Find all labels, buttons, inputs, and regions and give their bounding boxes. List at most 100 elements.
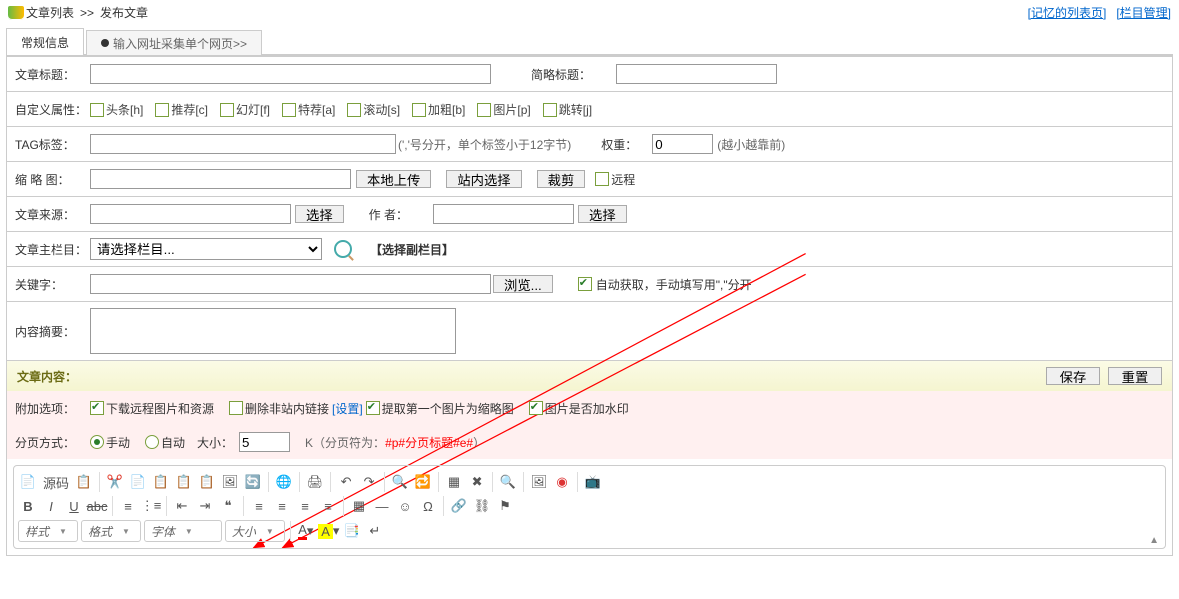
quote-icon[interactable]: ❝ <box>218 496 238 516</box>
align-center-icon[interactable]: ≡ <box>272 496 292 516</box>
flash-icon[interactable]: ◉ <box>552 472 572 492</box>
paste-text-icon[interactable]: 📋 <box>174 472 194 492</box>
globe-icon[interactable]: 🌐 <box>274 472 294 492</box>
source-icon[interactable]: 📄 <box>18 472 38 492</box>
redo-icon[interactable]: ↷ <box>359 472 379 492</box>
cb-download[interactable] <box>90 401 104 415</box>
memory-list-link[interactable]: [记忆的列表页] <box>1028 4 1107 21</box>
browse-button[interactable]: 浏览... <box>493 275 553 293</box>
page-break-icon[interactable]: 📑 <box>342 521 362 541</box>
cb-jump[interactable] <box>543 103 557 117</box>
format-dropdown[interactable]: 格式▼ <box>81 520 141 542</box>
cb-image[interactable] <box>477 103 491 117</box>
breadcrumb-list-link[interactable]: 文章列表 <box>26 4 74 21</box>
copy-icon[interactable]: 📄 <box>128 472 148 492</box>
image-icon[interactable]: 🖼 <box>220 472 240 492</box>
textcolor-icon[interactable]: A▾ <box>296 521 316 541</box>
outdent-icon[interactable]: ⇤ <box>172 496 192 516</box>
short-title-input[interactable] <box>616 64 777 84</box>
cb-recommend[interactable] <box>155 103 169 117</box>
cb-extract[interactable] <box>366 401 380 415</box>
cb-dellink[interactable] <box>229 401 243 415</box>
tag-input[interactable] <box>90 134 396 154</box>
remove-format-icon[interactable]: ✖ <box>467 472 487 492</box>
keyword-input[interactable] <box>90 274 491 294</box>
indent-icon[interactable]: ⇥ <box>195 496 215 516</box>
rich-editor: 📄 源码 📋 ✂️ 📄 📋 📋 📋 🖼 🔄 🌐 🖨 ↶ ↷ 🔍 🔁 ▦ ✖ <box>13 465 1166 549</box>
fontsize-dropdown[interactable]: 大小▼ <box>225 520 285 542</box>
bold-icon[interactable]: B <box>18 496 38 516</box>
radio-auto[interactable] <box>145 435 159 449</box>
source-select-button[interactable]: 选择 <box>295 205 344 223</box>
font-dropdown[interactable]: 字体▼ <box>144 520 222 542</box>
wrap-icon[interactable]: ↵ <box>365 521 385 541</box>
thumb-input[interactable] <box>90 169 351 189</box>
size-input[interactable] <box>239 432 290 452</box>
zoom-icon[interactable]: 🔍 <box>498 472 518 492</box>
tab-collect[interactable]: 输入网址采集单个网页>> <box>86 30 262 55</box>
search-icon[interactable] <box>334 240 352 258</box>
paste-icon[interactable]: 📋 <box>151 472 171 492</box>
label-source: 文章来源： <box>15 206 90 223</box>
ol-icon[interactable]: ≡ <box>118 496 138 516</box>
source-input[interactable] <box>90 204 291 224</box>
author-input[interactable] <box>433 204 574 224</box>
source-text[interactable]: 源码 <box>41 472 71 492</box>
subcol-link[interactable]: 【选择副栏目】 <box>370 241 454 258</box>
select-all-icon[interactable]: ▦ <box>444 472 464 492</box>
radio-manual[interactable] <box>90 435 104 449</box>
omega-icon[interactable]: Ω <box>418 496 438 516</box>
author-select-button[interactable]: 选择 <box>578 205 627 223</box>
cb-headline[interactable] <box>90 103 104 117</box>
save-button[interactable]: 保存 <box>1046 367 1100 385</box>
hr-icon[interactable]: — <box>372 496 392 516</box>
cb-scroll[interactable] <box>347 103 361 117</box>
emoji-icon[interactable]: ☺ <box>395 496 415 516</box>
picture-icon[interactable]: 🖼 <box>529 472 549 492</box>
tab-normal[interactable]: 常规信息 <box>6 28 84 55</box>
cb-special[interactable] <box>282 103 296 117</box>
underline-icon[interactable]: U <box>64 496 84 516</box>
maincol-select[interactable]: 请选择栏目... <box>90 238 322 260</box>
cb-slide[interactable] <box>220 103 234 117</box>
label-options: 附加选项： <box>15 400 90 417</box>
station-select-button[interactable]: 站内选择 <box>446 170 521 188</box>
cb-bold[interactable] <box>412 103 426 117</box>
cb-autoget[interactable] <box>578 277 592 291</box>
video-icon[interactable]: 📺 <box>583 472 603 492</box>
weight-input[interactable] <box>652 134 713 154</box>
styles-dropdown[interactable]: 样式▼ <box>18 520 78 542</box>
strike-icon[interactable]: abc <box>87 496 107 516</box>
title-input[interactable] <box>90 64 491 84</box>
anchor-icon[interactable]: ⚑ <box>495 496 515 516</box>
bgcolor-icon[interactable]: A▾ <box>319 521 339 541</box>
print-icon[interactable]: 🖨 <box>305 472 325 492</box>
align-right-icon[interactable]: ≡ <box>295 496 315 516</box>
settings-link[interactable]: [设置] <box>332 400 363 417</box>
summary-input[interactable] <box>90 308 456 354</box>
link-icon[interactable]: 🔗 <box>449 496 469 516</box>
ul-icon[interactable]: ⋮≡ <box>141 496 161 516</box>
cb-watermark[interactable] <box>529 401 543 415</box>
crop-button[interactable]: 裁剪 <box>537 170 586 188</box>
scroll-cue-icon[interactable]: ▲ <box>1149 535 1159 546</box>
italic-icon[interactable]: I <box>41 496 61 516</box>
undo-icon[interactable]: ↶ <box>336 472 356 492</box>
reset-button[interactable]: 重置 <box>1108 367 1162 385</box>
label-summary: 内容摘要： <box>15 323 90 340</box>
replace-icon[interactable]: 🔁 <box>413 472 433 492</box>
cut-icon[interactable]: ✂️ <box>105 472 125 492</box>
category-manage-link[interactable]: [栏目管理] <box>1116 4 1171 21</box>
row-custom-attrs: 自定义属性： 头条[h] 推荐[c] 幻灯[f] 特荐[a] 滚动[s] 加粗[… <box>7 91 1172 126</box>
refresh-icon[interactable]: 🔄 <box>243 472 263 492</box>
align-left-icon[interactable]: ≡ <box>249 496 269 516</box>
label-thumb: 缩 略 图： <box>15 171 90 188</box>
unlink-icon[interactable]: ⛓ <box>472 496 492 516</box>
paste-word-icon[interactable]: 📋 <box>197 472 217 492</box>
table-icon[interactable]: ▦ <box>349 496 369 516</box>
find-icon[interactable]: 🔍 <box>390 472 410 492</box>
cb-remote[interactable] <box>595 172 609 186</box>
upload-button[interactable]: 本地上传 <box>356 170 431 188</box>
template-icon[interactable]: 📋 <box>74 472 94 492</box>
align-justify-icon[interactable]: ≡ <box>318 496 338 516</box>
